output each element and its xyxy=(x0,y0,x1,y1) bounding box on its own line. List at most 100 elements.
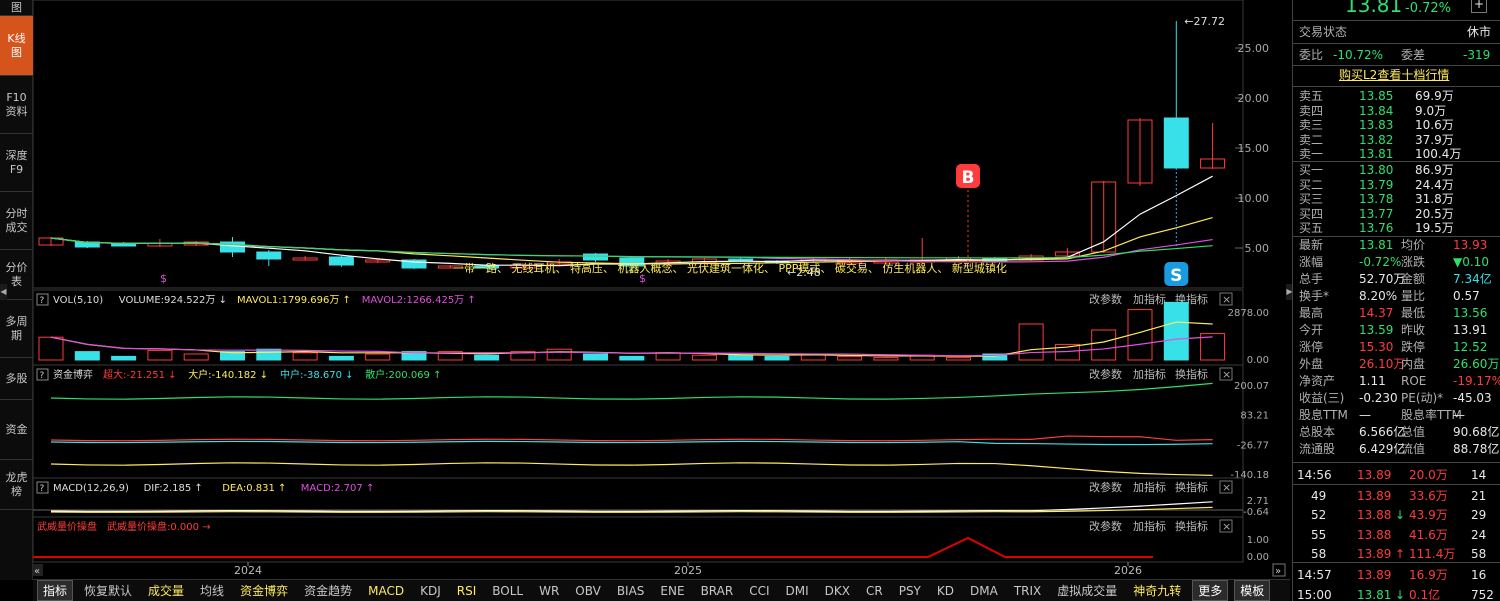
stat-label: 内盘 xyxy=(1401,357,1426,371)
indicator-tab-14[interactable]: BRAR xyxy=(696,583,739,599)
svg-text:×: × xyxy=(1222,293,1231,306)
stat-value: -0.230 xyxy=(1359,391,1398,405)
indicator-tab-18[interactable]: CR xyxy=(861,583,888,599)
stat-value: 6.566亿 xyxy=(1359,425,1406,439)
indicator-tab-11[interactable]: OBV xyxy=(570,583,606,599)
left-tab-0[interactable]: 图 xyxy=(0,0,33,16)
add-indicator-button[interactable]: 加指标 xyxy=(1133,480,1166,494)
indicator-tab-bar: 指标 恢复默认 成交量 均线 资金博弈 资金趋势 MACD KDJ RSI BOLL WR OBV BI… xyxy=(33,579,1290,601)
x-axis-label: 2026 xyxy=(1114,564,1142,577)
x-axis-label: 2024 xyxy=(234,564,262,577)
params-button[interactable]: 改参数 xyxy=(1089,519,1122,533)
indicator-tab-15[interactable]: CCI xyxy=(744,583,774,599)
stat-label: 金额 xyxy=(1401,272,1426,286)
swap-indicator-button[interactable]: 换指标 xyxy=(1175,519,1208,533)
params-button[interactable]: 改参数 xyxy=(1089,292,1122,306)
tick-price: 13.88 xyxy=(1357,528,1392,542)
volume-bar xyxy=(583,353,608,361)
panel-value: MACD:2.707 ↑ xyxy=(301,483,375,494)
indicator-tab-2[interactable]: 成交量 xyxy=(143,581,189,600)
indicator-tab-16[interactable]: DMI xyxy=(781,583,814,599)
indicator-tab-20[interactable]: KD xyxy=(932,583,959,599)
left-tab-9[interactable]: 龙虎榜 xyxy=(0,460,33,510)
stat-value: 6.429亿 xyxy=(1359,442,1406,456)
indicator-tab-26[interactable]: 模板 xyxy=(1234,580,1271,601)
volume-bar xyxy=(1163,301,1189,361)
indicator-tab-10[interactable]: WR xyxy=(534,583,564,599)
tick-time: 15:00 xyxy=(1297,588,1332,601)
stat-label: 最低 xyxy=(1401,306,1426,320)
stat-label: 净资产 xyxy=(1299,374,1336,388)
indicator-tab-13[interactable]: ENE xyxy=(655,583,689,599)
swap-indicator-button[interactable]: 换指标 xyxy=(1175,367,1208,381)
left-tab-2[interactable]: F10资料 xyxy=(0,76,33,134)
indicator-tab-7[interactable]: KDJ xyxy=(415,583,446,599)
left-tab-6[interactable]: 多周期 xyxy=(0,300,33,358)
params-button[interactable]: 改参数 xyxy=(1089,367,1122,381)
indicator-tab-6[interactable]: MACD xyxy=(363,583,409,599)
indicator-tab-17[interactable]: DKX xyxy=(820,583,855,599)
add-indicator-button[interactable]: 加指标 xyxy=(1133,292,1166,306)
panel-axis-label: -140.18 xyxy=(1230,470,1269,481)
add-indicator-button[interactable]: 加指标 xyxy=(1133,519,1166,533)
tick-price: 13.88 xyxy=(1357,508,1392,522)
bid-price: 13.76 xyxy=(1359,221,1394,235)
indicator-tab-5[interactable]: 资金趋势 xyxy=(299,581,357,600)
panel-value: VOLUME:924.522万 ↓ xyxy=(119,295,227,306)
tick-price: 13.81 xyxy=(1357,588,1392,601)
indicator-tab-0[interactable]: 指标 xyxy=(37,580,74,601)
left-tab-8[interactable]: 资金 xyxy=(0,400,33,460)
stat-value: 1.11 xyxy=(1359,374,1386,388)
stat-value: 13.91 xyxy=(1453,323,1488,337)
stat-label: 收益(三) xyxy=(1299,391,1345,405)
left-tab-4[interactable]: 分时成交 xyxy=(0,192,33,250)
params-button[interactable]: 改参数 xyxy=(1089,480,1122,494)
indicator-tab-1[interactable]: 恢复默认 xyxy=(79,581,137,600)
stat-label: 涨幅 xyxy=(1299,255,1324,269)
panel-value: 超大:-21.251 ↓ xyxy=(103,368,177,381)
indicator-tab-12[interactable]: BIAS xyxy=(612,583,650,599)
svg-text:?: ? xyxy=(40,296,45,306)
add-indicator-button[interactable]: 加指标 xyxy=(1133,367,1166,381)
left-tab-3[interactable]: 深度F9 xyxy=(0,134,33,192)
candle xyxy=(401,259,427,269)
tick-volume: 43.9万 xyxy=(1409,508,1448,522)
tick-arrow: ↑ xyxy=(1395,547,1406,561)
indicator-tab-4[interactable]: 资金博弈 xyxy=(235,581,293,600)
indicator-tab-23[interactable]: 虚拟成交量 xyxy=(1052,581,1122,600)
left-tab-7[interactable]: 多股 xyxy=(0,358,33,400)
stat-label: 量比 xyxy=(1401,289,1426,303)
tick-count: 14 xyxy=(1471,468,1487,482)
swap-indicator-button[interactable]: 换指标 xyxy=(1175,480,1208,494)
indicator-tab-19[interactable]: PSY xyxy=(894,583,926,599)
indicator-tab-25[interactable]: 更多 xyxy=(1192,580,1229,601)
x-axis-label: 2025 xyxy=(674,564,702,577)
event-marker-icon[interactable]: $ xyxy=(639,272,646,285)
event-marker-icon[interactable]: $ xyxy=(160,272,167,285)
indicator-tab-22[interactable]: TRIX xyxy=(1009,583,1046,599)
stat-row: 流通股 6.429亿 流值 88.78亿 xyxy=(1293,441,1500,458)
left-tab-1[interactable]: K线图 xyxy=(0,16,33,76)
stat-label: 总股本 xyxy=(1299,425,1336,439)
tick-row: 15:00 13.81 ↓ 0.1亿 752 xyxy=(1293,587,1500,601)
collapse-left-arrow-icon[interactable]: ◀ xyxy=(0,284,7,300)
price-axis-label: 10.00 xyxy=(1238,192,1270,205)
panel-axis-label: 0.00 xyxy=(1247,552,1269,563)
indicator-tab-3[interactable]: 均线 xyxy=(195,581,229,600)
indicator-tab-8[interactable]: RSI xyxy=(452,583,482,599)
tick-volume: 41.6万 xyxy=(1409,528,1448,542)
indicator-tab-21[interactable]: DMA xyxy=(965,583,1003,599)
panel-axis-label: 83.21 xyxy=(1240,411,1269,422)
indicator-tab-9[interactable]: BOLL xyxy=(487,583,528,599)
buy-l2-link[interactable]: 购买L2查看十档行情 xyxy=(1339,67,1449,84)
high-price-label: ←27.72 xyxy=(1184,15,1225,28)
indicator-tab-24[interactable]: 神奇九转 xyxy=(1128,581,1186,600)
svg-text:×: × xyxy=(1222,368,1231,381)
concept-tags: 一带一路、 无线耳机、 特高压、 机器人概念、 光伏建筑一体化、 PPP模式、 … xyxy=(453,261,1007,275)
add-watchlist-button[interactable]: + xyxy=(1471,0,1487,13)
panel-axis-label: -0.64 xyxy=(1243,507,1269,518)
svg-text:×: × xyxy=(1222,520,1231,533)
tick-count: 16 xyxy=(1471,568,1487,582)
trade-status-row: 交易状态 休市 xyxy=(1293,24,1500,41)
tick-volume: 20.0万 xyxy=(1409,468,1448,482)
